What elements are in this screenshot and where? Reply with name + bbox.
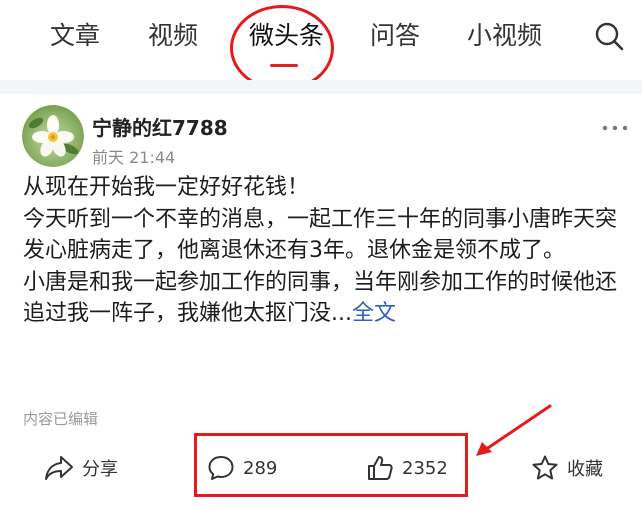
top-tab-bar: 文章 视频 微头条 问答 小视频 bbox=[0, 0, 642, 91]
more-dots-icon[interactable] bbox=[600, 118, 630, 138]
comment-button[interactable]: 289 bbox=[207, 452, 277, 484]
like-count: 2352 bbox=[402, 457, 448, 479]
annotation-arrow bbox=[476, 404, 552, 456]
section-separator bbox=[0, 80, 642, 94]
search-icon[interactable] bbox=[593, 20, 625, 52]
post-paragraph-text: 小唐是和我一起参加工作的同事，当年刚参加工作的时候他还追过我一阵子，我嫌他太抠门… bbox=[23, 269, 618, 327]
post-paragraph: 今天听到一个不幸的消息，一起工作三十年的同事小唐昨天突发心脏病走了，他离退休还有… bbox=[23, 206, 618, 264]
post-paragraph: 从现在开始我一定好好花钱！ bbox=[23, 175, 310, 200]
like-button[interactable]: 2352 bbox=[366, 452, 448, 484]
tab-videos[interactable]: 视频 bbox=[148, 18, 198, 54]
share-icon bbox=[45, 456, 73, 480]
tab-articles[interactable]: 文章 bbox=[50, 18, 100, 54]
post-content[interactable]: 从现在开始我一定好好花钱！ 今天听到一个不幸的消息，一起工作三十年的同事小唐昨天… bbox=[23, 172, 623, 330]
comment-icon bbox=[208, 456, 234, 480]
share-button[interactable]: 分享 bbox=[44, 452, 118, 484]
author-name[interactable]: 宁静的红7788 bbox=[92, 112, 228, 141]
avatar[interactable] bbox=[22, 105, 84, 167]
tab-qa[interactable]: 问答 bbox=[370, 18, 420, 54]
comment-count: 289 bbox=[243, 457, 278, 479]
favorite-label: 收藏 bbox=[567, 459, 603, 480]
full-text-link[interactable]: 全文 bbox=[352, 301, 396, 326]
share-label: 分享 bbox=[82, 459, 118, 480]
post-paragraph: 小唐是和我一起参加工作的同事，当年刚参加工作的时候他还追过我一阵子，我嫌他太抠门… bbox=[23, 267, 623, 330]
annotation-circle bbox=[230, 5, 334, 91]
thumbs-up-icon bbox=[368, 456, 393, 480]
post-time: 前天 21:44 bbox=[92, 148, 176, 167]
edited-note: 内容已编辑 bbox=[23, 410, 99, 428]
tab-short-videos[interactable]: 小视频 bbox=[467, 18, 542, 54]
